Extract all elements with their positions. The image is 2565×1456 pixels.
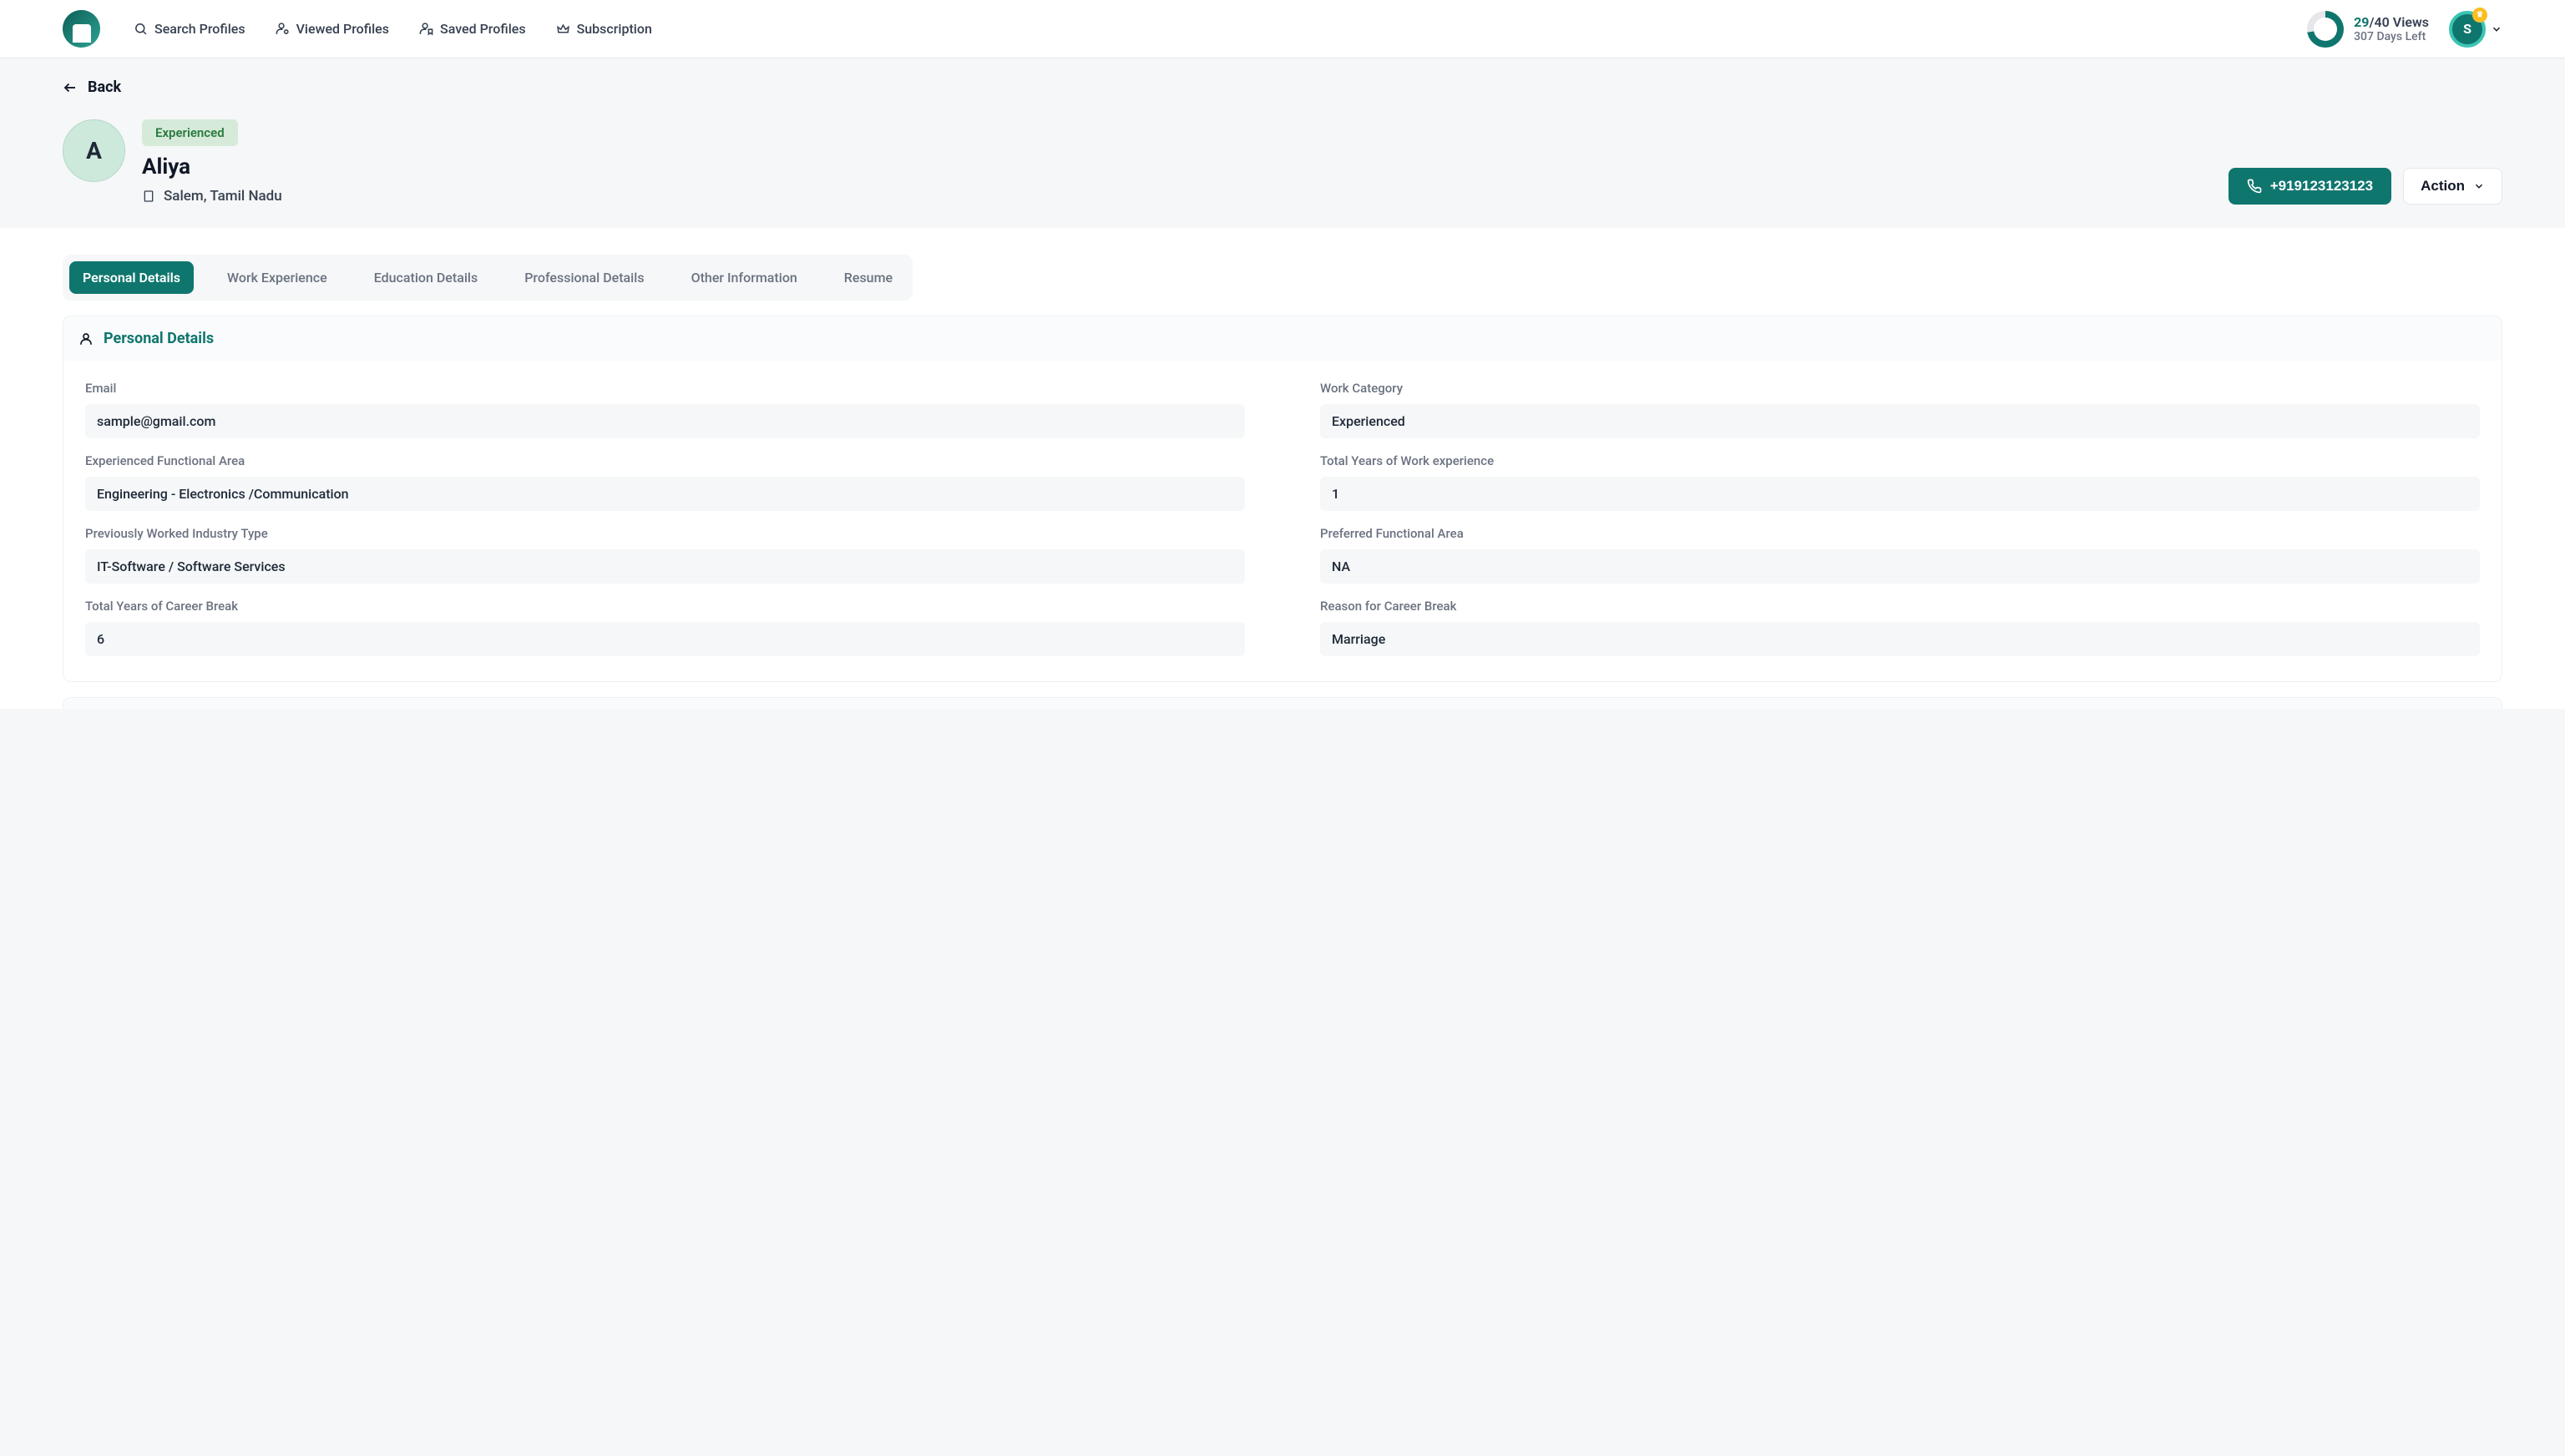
search-icon <box>134 22 148 36</box>
profile-name: Aliya <box>142 154 2212 179</box>
field-work-category: Work Category Experienced <box>1320 381 2480 438</box>
field-value: NA <box>1320 549 2480 584</box>
tab-professional-details[interactable]: Professional Details <box>511 261 657 294</box>
field-label: Reason for Career Break <box>1320 599 2480 614</box>
profile-tabs: Personal Details Work Experience Educati… <box>63 255 913 301</box>
experience-badge: Experienced <box>142 119 238 146</box>
nav-saved-profiles[interactable]: Saved Profiles <box>419 21 526 37</box>
nav-links: Search Profiles Viewed Profiles Saved Pr… <box>134 21 2297 37</box>
field-preferred-area: Preferred Functional Area NA <box>1320 526 2480 584</box>
premium-crown-icon: ♛ <box>2472 8 2487 23</box>
field-years-experience: Total Years of Work experience 1 <box>1320 453 2480 511</box>
field-label: Total Years of Career Break <box>85 599 1245 614</box>
profile-avatar: A <box>63 119 125 182</box>
page-body: Back A Experienced Aliya Salem, Tamil Na… <box>0 58 2565 1456</box>
nav-search-label: Search Profiles <box>154 21 245 37</box>
profile-avatar-letter: A <box>86 137 102 164</box>
user-icon <box>78 331 94 346</box>
field-value: Engineering - Electronics /Communication <box>85 477 1245 511</box>
field-email: Email sample@gmail.com <box>85 381 1245 438</box>
field-label: Email <box>85 381 1245 396</box>
tabs-container: Personal Details Work Experience Educati… <box>63 228 2502 301</box>
views-used: 29 <box>2354 14 2369 30</box>
crown-icon <box>556 22 570 36</box>
personal-details-section: Personal Details Email sample@gmail.com … <box>63 316 2502 682</box>
arrow-left-icon <box>63 80 78 95</box>
profile-location: Salem, Tamil Nadu <box>142 188 2212 205</box>
nav-saved-label: Saved Profiles <box>440 21 526 37</box>
nav-search-profiles[interactable]: Search Profiles <box>134 21 245 37</box>
chevron-down-icon <box>2473 180 2485 192</box>
phone-number: +919123123123 <box>2270 178 2373 195</box>
field-functional-area: Experienced Functional Area Engineering … <box>85 453 1245 511</box>
tab-education-details[interactable]: Education Details <box>361 261 492 294</box>
views-total: /40 Views <box>2369 14 2429 30</box>
views-stats: 29/40 Views 307 Days Left <box>2307 11 2429 48</box>
profile-header: A Experienced Aliya Salem, Tamil Nadu +9… <box>63 119 2502 205</box>
user-saved-icon <box>419 22 433 36</box>
user-menu[interactable]: S ♛ <box>2449 11 2502 48</box>
nav-subscription[interactable]: Subscription <box>556 21 652 37</box>
tab-resume[interactable]: Resume <box>831 261 906 294</box>
user-avatar: S ♛ <box>2449 11 2486 48</box>
action-label: Action <box>2421 178 2465 195</box>
nav-viewed-label: Viewed Profiles <box>296 21 389 37</box>
action-dropdown[interactable]: Action <box>2403 168 2502 205</box>
top-navigation: Search Profiles Viewed Profiles Saved Pr… <box>0 0 2565 58</box>
views-progress-ring <box>2307 11 2344 48</box>
building-icon <box>142 190 155 203</box>
field-label: Total Years of Work experience <box>1320 453 2480 468</box>
profile-actions: +919123123123 Action <box>2229 168 2502 205</box>
views-stats-text: 29/40 Views 307 Days Left <box>2354 14 2429 44</box>
field-label: Previously Worked Industry Type <box>85 526 1245 541</box>
fields-grid: Email sample@gmail.com Work Category Exp… <box>63 361 2502 681</box>
nav-viewed-profiles[interactable]: Viewed Profiles <box>276 21 389 37</box>
field-value: 1 <box>1320 477 2480 511</box>
field-label: Preferred Functional Area <box>1320 526 2480 541</box>
phone-icon <box>2247 179 2262 194</box>
field-value: Marriage <box>1320 622 2480 656</box>
field-career-break: Total Years of Career Break 6 <box>85 599 1245 656</box>
field-label: Experienced Functional Area <box>85 453 1245 468</box>
section-header: Personal Details <box>63 316 2502 361</box>
section-title: Personal Details <box>104 330 214 347</box>
user-initial: S <box>2463 21 2471 37</box>
field-value: 6 <box>85 622 1245 656</box>
next-section-peek <box>63 697 2502 709</box>
back-label: Back <box>88 78 121 96</box>
field-value: IT-Software / Software Services <box>85 549 1245 584</box>
field-break-reason: Reason for Career Break Marriage <box>1320 599 2480 656</box>
field-industry-type: Previously Worked Industry Type IT-Softw… <box>85 526 1245 584</box>
profile-info: Experienced Aliya Salem, Tamil Nadu <box>142 119 2212 205</box>
tab-personal-details[interactable]: Personal Details <box>69 261 194 294</box>
back-button[interactable]: Back <box>63 78 121 96</box>
tab-work-experience[interactable]: Work Experience <box>214 261 341 294</box>
field-value: Experienced <box>1320 404 2480 438</box>
days-left: 307 Days Left <box>2354 30 2429 44</box>
views-count: 29/40 Views <box>2354 14 2429 30</box>
nav-subscription-label: Subscription <box>577 21 652 37</box>
field-label: Work Category <box>1320 381 2480 396</box>
field-value: sample@gmail.com <box>85 404 1245 438</box>
user-check-icon <box>276 22 290 36</box>
chevron-down-icon <box>2491 23 2502 35</box>
profile-location-text: Salem, Tamil Nadu <box>164 188 282 205</box>
phone-button[interactable]: +919123123123 <box>2229 168 2391 205</box>
app-logo[interactable] <box>63 10 100 48</box>
tab-other-information[interactable]: Other Information <box>678 261 811 294</box>
